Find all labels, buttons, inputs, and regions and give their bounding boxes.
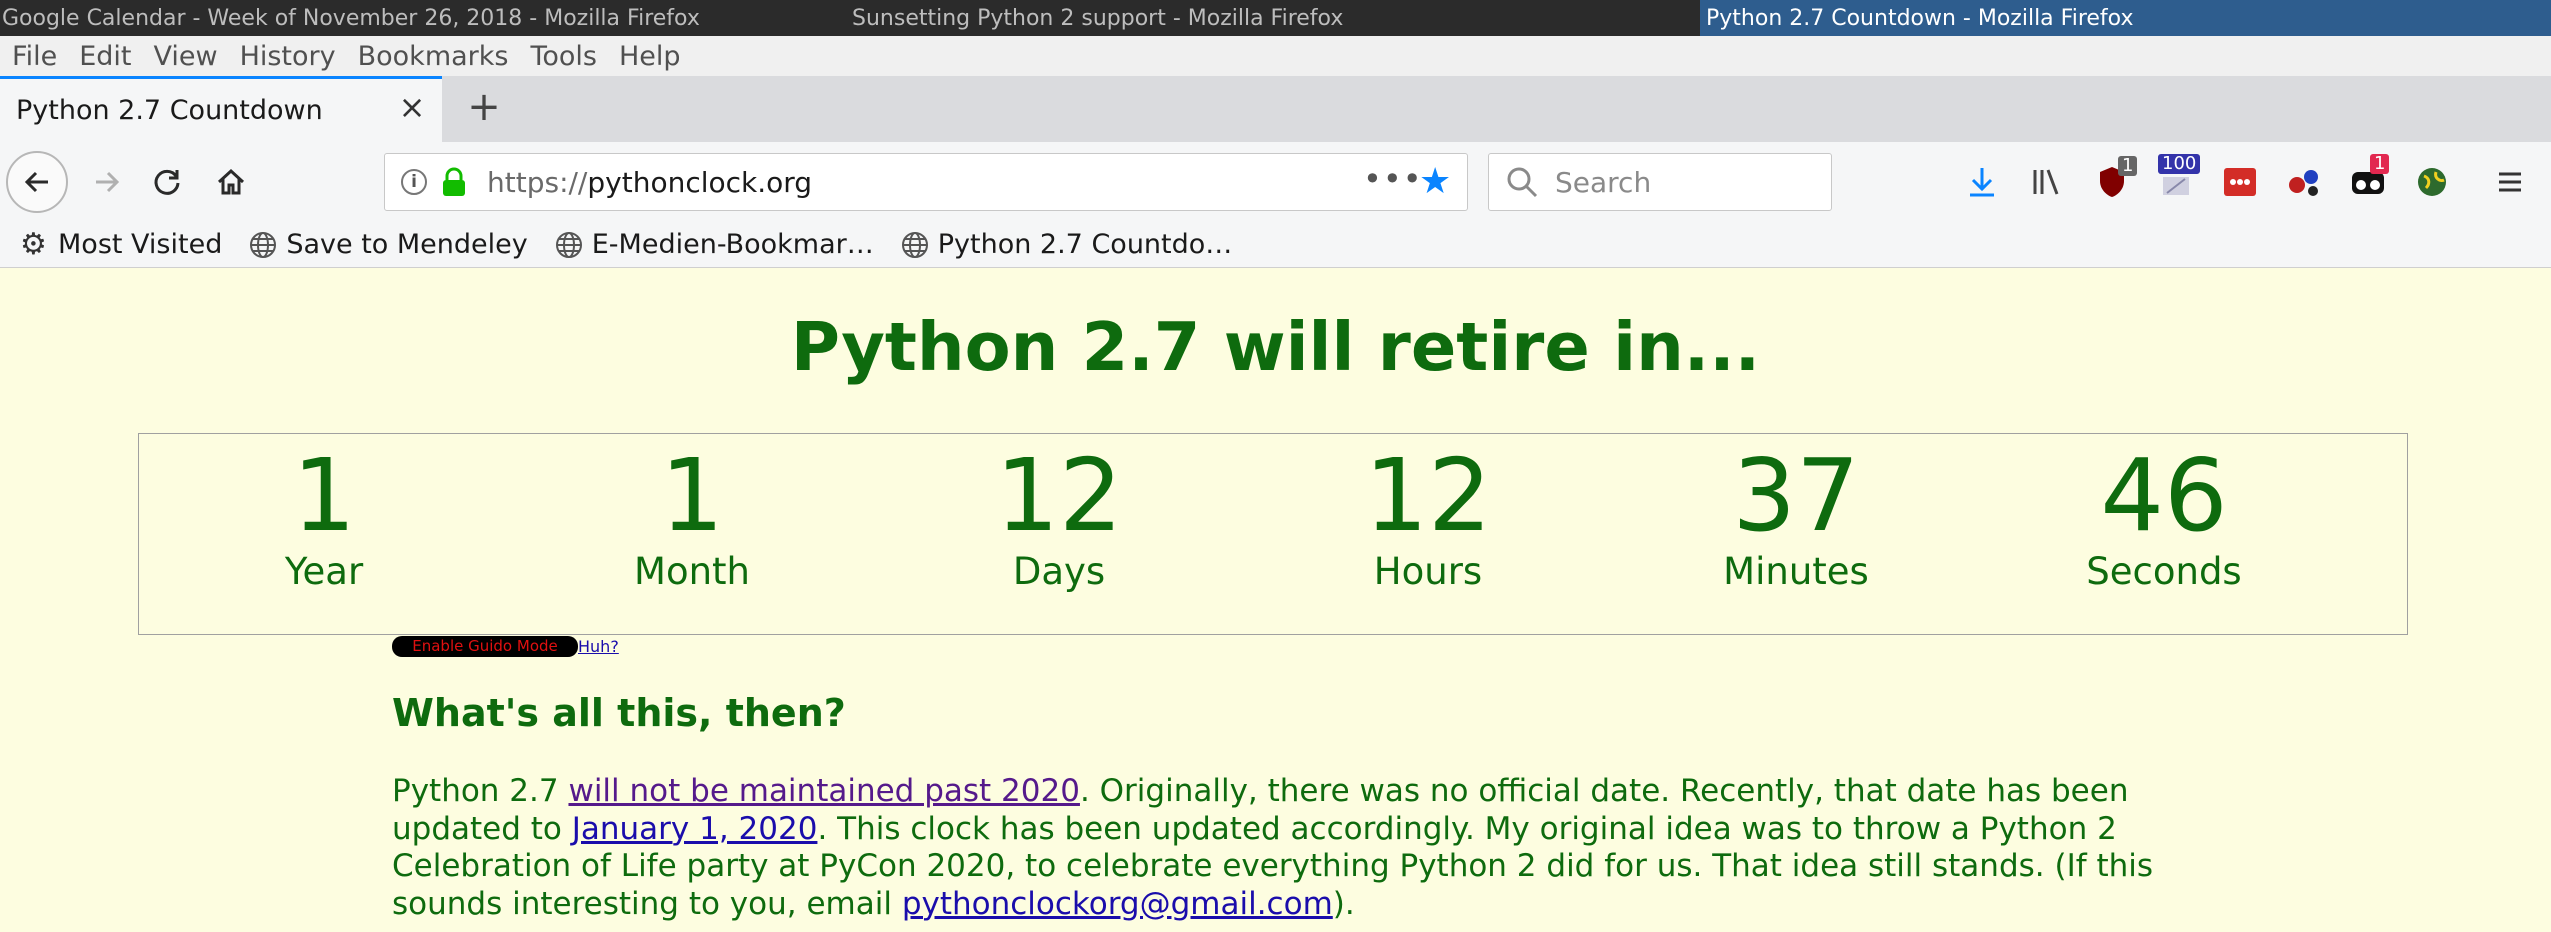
menu-file[interactable]: File — [12, 41, 57, 72]
reload-button[interactable] — [136, 151, 198, 213]
window-title-calendar[interactable]: Google Calendar - Week of November 26, 2… — [0, 0, 846, 36]
url-text: https://pythonclock.org — [487, 166, 812, 199]
menu-history[interactable]: History — [240, 41, 336, 72]
email-link[interactable]: pythonclockorg@gmail.com — [902, 886, 1333, 922]
menu-help[interactable]: Help — [619, 41, 681, 72]
home-button[interactable] — [200, 151, 262, 213]
downloads-icon[interactable] — [1960, 160, 2004, 204]
home-icon — [217, 168, 245, 195]
search-placeholder: Search — [1555, 165, 1652, 199]
globe-icon — [901, 231, 928, 258]
countdown-label: Year — [284, 550, 364, 593]
bookmark-label: Python 2.7 Countdo… — [937, 229, 1233, 260]
window-title-bar: Google Calendar - Week of November 26, 2… — [0, 0, 2551, 36]
page-actions-icon[interactable]: ••• — [1363, 160, 1423, 198]
new-tab-button[interactable]: + — [462, 86, 506, 130]
reload-icon — [154, 169, 180, 195]
hamburger-menu-icon[interactable] — [2488, 160, 2532, 204]
bookmark-star-icon[interactable]: ★ — [1419, 164, 1451, 200]
back-arrow-icon — [24, 171, 48, 193]
counter-badge: 100 — [2158, 154, 2201, 174]
countdown-months: 1 Month — [542, 434, 842, 592]
bookmark-save-to-mendeley[interactable]: Save to Mendeley — [248, 229, 528, 260]
countdown-hours: 12 Hours — [1278, 434, 1578, 592]
search-icon — [1505, 165, 1539, 199]
countdown-years: 1 Year — [174, 434, 474, 592]
url-bar[interactable]: i https://pythonclock.org ••• ★ — [384, 153, 1468, 211]
ublock-badge: 1 — [2118, 156, 2138, 176]
countdown-value: 1 — [660, 437, 724, 554]
url-host: pythonclock.org — [587, 165, 813, 199]
countdown-value: 46 — [2100, 437, 2228, 554]
counter-extension-icon[interactable]: 100 — [2154, 154, 2201, 204]
about-heading: What's all this, then? — [392, 691, 846, 735]
menu-bookmarks[interactable]: Bookmarks — [358, 41, 509, 72]
bookmark-python-countdown[interactable]: Python 2.7 Countdo… — [900, 229, 1233, 260]
countdown-value: 37 — [1732, 437, 1860, 554]
gear-icon: ⚙ — [20, 226, 47, 262]
page-title: Python 2.7 will retire in... — [790, 308, 1761, 386]
about-paragraph: Python 2.7 will not be maintained past 2… — [392, 773, 2162, 923]
about-text-1: Python 2.7 — [392, 773, 569, 809]
menu-tools[interactable]: Tools — [530, 41, 597, 72]
bookmark-label: Save to Mendeley — [286, 229, 528, 260]
molecule-extension-icon[interactable] — [2282, 160, 2326, 204]
bookmark-e-medien[interactable]: E-Medien-Bookmar… — [554, 229, 874, 260]
lastpass-icon[interactable] — [2218, 160, 2262, 204]
countdown-label: Minutes — [1723, 550, 1869, 593]
countdown-label: Seconds — [2086, 550, 2242, 593]
tab-python-countdown[interactable]: Python 2.7 Countdown — [0, 76, 442, 142]
countdown-label: Days — [1012, 550, 1106, 593]
page-content: Python 2.7 will retire in... 1 Year 1 Mo… — [0, 268, 2551, 932]
bookmark-label: Most Visited — [58, 229, 223, 260]
tab-strip: Python 2.7 Countdown × + — [0, 76, 2551, 142]
window-title-sunsetting[interactable]: Sunsetting Python 2 support - Mozilla Fi… — [846, 0, 1700, 36]
bookmark-most-visited[interactable]: ⚙ Most Visited — [20, 229, 222, 260]
countdown-days: 12 Days — [909, 434, 1209, 592]
menu-bar: File Edit View History Bookmarks Tools H… — [0, 36, 2551, 76]
ublock-icon[interactable]: 1 — [2090, 156, 2138, 204]
globe-extension-icon[interactable] — [2410, 160, 2454, 204]
forward-button[interactable] — [76, 151, 138, 213]
globe-icon — [555, 231, 582, 258]
tab-title: Python 2.7 Countdown — [16, 95, 323, 126]
back-button[interactable] — [6, 151, 68, 213]
info-icon[interactable]: i — [401, 169, 427, 195]
countdown-value: 1 — [292, 437, 356, 554]
navigation-bar: i https://pythonclock.org ••• ★ Search 1… — [0, 142, 2551, 222]
privacy-badge: 1 — [2370, 154, 2390, 174]
countdown-seconds: 46 Seconds — [2014, 434, 2314, 592]
about-text-4: ). — [1332, 885, 1355, 922]
window-title-countdown-active[interactable]: Python 2.7 Countdown - Mozilla Firefox — [1700, 0, 2551, 36]
countdown-label: Month — [634, 550, 750, 593]
huh-link[interactable]: Huh? — [578, 636, 619, 657]
countdown-value: 12 — [1364, 437, 1492, 554]
library-icon[interactable] — [2026, 160, 2070, 204]
bookmarks-toolbar: ⚙ Most Visited Save to Mendeley E-Medien… — [0, 222, 2551, 268]
countdown-minutes: 37 Minutes — [1646, 434, 1946, 592]
menu-view[interactable]: View — [153, 41, 217, 72]
january-2020-link[interactable]: January 1, 2020 — [572, 811, 818, 847]
countdown-box: 1 Year 1 Month 12 Days 12 Hours 37 Minut… — [138, 433, 2408, 635]
maintenance-link[interactable]: will not be maintained past 2020 — [568, 773, 1079, 809]
globe-icon — [250, 231, 277, 258]
countdown-label: Hours — [1373, 550, 1483, 593]
lock-icon[interactable] — [441, 167, 467, 197]
countdown-value: 12 — [995, 437, 1123, 554]
forward-arrow-icon — [96, 171, 120, 193]
bookmark-label: E-Medien-Bookmar… — [591, 229, 874, 260]
tab-close-icon[interactable]: × — [395, 90, 429, 124]
enable-guido-mode-button[interactable]: Enable Guido Mode — [392, 636, 578, 657]
search-bar[interactable]: Search — [1488, 153, 1832, 211]
url-scheme: https:// — [487, 165, 588, 199]
privacy-extension-icon[interactable]: 1 — [2346, 154, 2390, 204]
menu-edit[interactable]: Edit — [79, 41, 131, 72]
